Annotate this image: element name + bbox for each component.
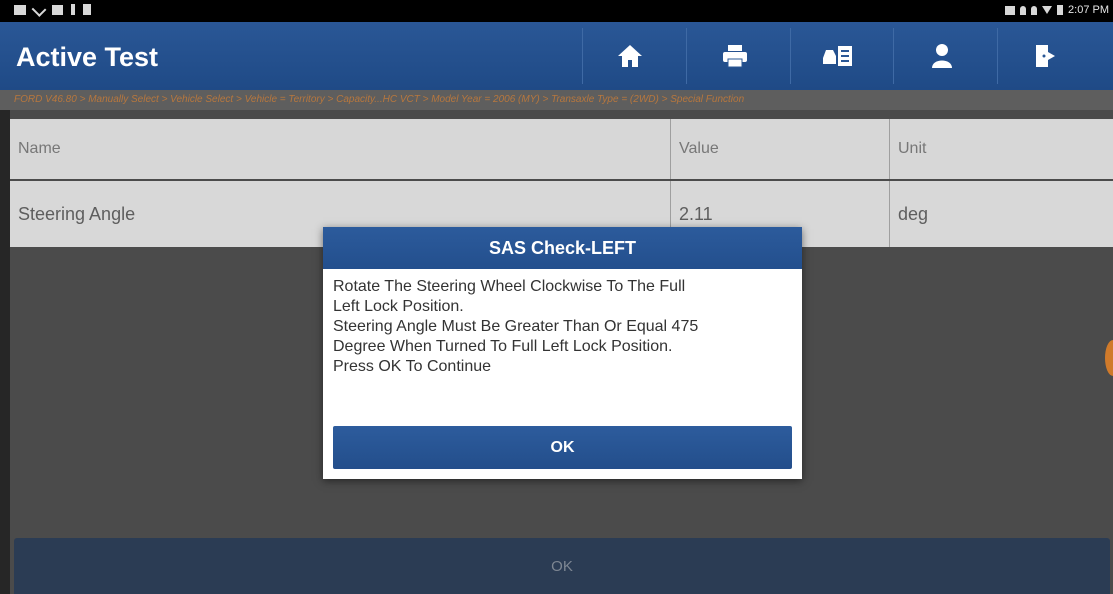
exit-button[interactable] [1025, 36, 1065, 76]
battery-icon [1057, 5, 1064, 15]
exit-icon [1036, 45, 1055, 67]
screen: 2:07 PM Active Test FORD V46.80 > Manual… [0, 0, 1113, 594]
notification-icon [71, 4, 75, 15]
user-icon [932, 44, 952, 68]
left-edge [0, 110, 10, 594]
notification-icons [14, 2, 91, 17]
bluetooth-icon [1031, 5, 1038, 15]
header-divider [582, 28, 583, 84]
wifi-icon [1042, 6, 1053, 14]
sas-check-dialog: SAS Check-LEFT Rotate The Steering Wheel… [323, 227, 802, 479]
header-divider [997, 28, 998, 84]
camera-icon [52, 4, 63, 15]
app-header: Active Test [0, 22, 1113, 90]
header-divider [686, 28, 687, 84]
dialog-message: Rotate The Steering Wheel Clockwise To T… [333, 277, 798, 377]
status-bar: 2:07 PM [0, 0, 1113, 22]
home-icon [618, 45, 642, 67]
download-icon [83, 4, 91, 15]
dialog-message-line: Degree When Turned To Full Left Lock Pos… [333, 338, 673, 355]
header-divider [893, 28, 894, 84]
print-icon [723, 45, 747, 68]
breadcrumb: FORD V46.80 > Manually Select > Vehicle … [0, 90, 1113, 110]
location-icon [1020, 5, 1027, 15]
sim-icon [1005, 5, 1016, 15]
dialog-message-line: Steering Angle Must Be Greater Than Or E… [333, 318, 699, 335]
bottom-ok-button[interactable]: OK [14, 538, 1110, 594]
dialog-message-line: Rotate The Steering Wheel Clockwise To T… [333, 278, 686, 295]
print-button[interactable] [715, 36, 755, 76]
video-icon [14, 4, 26, 15]
header-divider [790, 28, 791, 84]
column-header-name: Name [18, 140, 61, 157]
page-title: Active Test [16, 42, 159, 72]
home-button[interactable] [610, 36, 650, 76]
dialog-title: SAS Check-LEFT [323, 227, 802, 269]
clock: 2:07 PM [1068, 4, 1109, 16]
check-icon [31, 2, 47, 17]
system-icons: 2:07 PM [1005, 4, 1109, 16]
dialog-ok-button[interactable]: OK [333, 426, 792, 469]
dialog-message-line: Press OK To Continue [333, 358, 492, 375]
column-header-unit: Unit [898, 140, 927, 157]
table-header: Name Value Unit [10, 119, 1113, 179]
vehicle-info-button[interactable] [818, 36, 858, 76]
user-button[interactable] [922, 36, 962, 76]
row-unit: deg [898, 203, 929, 224]
vehicle-info-icon [823, 46, 852, 66]
column-header-value: Value [679, 140, 719, 157]
dialog-message-line: Left Lock Position. [333, 298, 464, 315]
